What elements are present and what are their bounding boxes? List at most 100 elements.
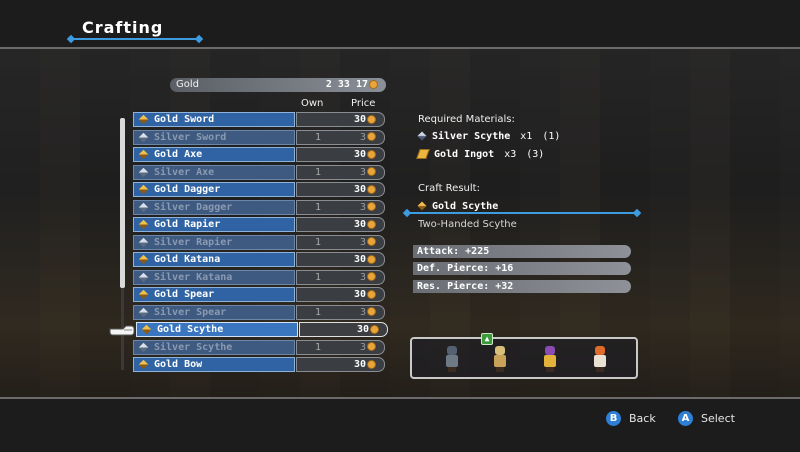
item-name-cell: Silver Rapier [133,234,295,250]
item-name-cell: Silver Scythe [133,339,295,355]
item-name-cell: Gold Dagger [133,182,295,197]
item-name-cell: Silver Katana [133,269,295,285]
craft-item-row[interactable]: Gold Axe 30 [133,147,385,162]
weapon-icon [138,342,149,352]
craft-item-row[interactable]: Silver Katana 1 3 [133,269,385,285]
item-name: Silver Sword [154,131,227,143]
result-divider [407,212,637,214]
coin-icon [367,132,376,141]
item-price: 30 [354,218,376,231]
item-price: 30 [354,113,376,126]
coin-icon [370,324,379,334]
craft-result-item: Gold Scythe [417,201,498,212]
stat-res-pierce: Res. Pierce: +32 [413,280,631,293]
coin-icon [367,219,376,229]
item-name: Silver Scythe [154,341,233,353]
item-name: Silver Spear [154,306,227,318]
item-name: Silver Dagger [154,201,233,213]
coin-icon [367,289,376,299]
craft-item-row[interactable]: Silver Spear 1 3 [133,304,385,320]
bottom-bar: B Back A Select [0,397,800,452]
item-price: 30 [354,148,376,161]
craft-item-row[interactable]: Gold Dagger 30 [133,182,385,197]
gold-amount: 2 33 17 [326,79,378,90]
coin-icon [367,202,376,211]
select-hint[interactable]: A Select [678,411,735,426]
material-row: Silver Scythe x1 (1) [417,131,560,142]
coin-icon [367,307,376,316]
item-stats-cell: 13 [296,129,385,145]
item-price: 3 [360,271,376,284]
weapon-icon [141,324,152,335]
back-label: Back [629,412,656,425]
material-row: Gold Ingot x3 (3) [416,149,544,160]
item-name: Silver Axe [154,166,215,178]
craft-item-row[interactable]: Gold Scythe 30 [136,322,388,337]
item-stats-cell: 13 [296,199,385,215]
scythe-icon [417,131,427,141]
item-stats-cell: 30 [296,217,385,232]
craft-item-row[interactable]: Gold Sword 30 [133,112,385,127]
craft-item-row[interactable]: Gold Rapier 30 [133,217,385,232]
weapon-icon [138,167,149,177]
item-stats-cell: 13 [296,234,385,250]
item-stats-cell: 13 [296,269,385,285]
item-name: Silver Rapier [154,236,233,248]
b-button-icon: B [606,411,621,426]
item-own-count: 1 [315,271,322,283]
item-name: Silver Katana [154,271,233,283]
coin-icon [367,254,376,264]
craft-item-row[interactable]: Silver Sword 1 3 [133,129,385,145]
item-price: 30 [357,323,379,336]
item-own-count: 1 [315,131,322,143]
back-hint[interactable]: B Back [606,411,656,426]
item-price: 3 [360,306,376,319]
column-own-header: Own [301,98,324,109]
craft-item-row[interactable]: Gold Katana 30 [133,252,385,267]
page-title: Crafting [82,18,164,37]
hand-pointer-icon [109,325,135,336]
weapon-icon [138,149,149,160]
scythe-icon [417,201,427,211]
item-price: 3 [360,236,376,249]
item-stats-cell: 30 [296,252,385,267]
item-price: 30 [354,253,376,266]
item-stats-cell: 30 [296,182,385,197]
craft-result-type: Two-Handed Scythe [418,219,517,230]
item-own-count: 1 [315,166,322,178]
craft-item-row[interactable]: Silver Dagger 1 3 [133,199,385,215]
stat-def-pierce: Def. Pierce: +16 [413,262,631,275]
item-name-cell: Silver Dagger [133,199,295,215]
weapon-icon [138,114,149,125]
weapon-icon [138,219,149,230]
item-name-cell: Gold Sword [133,112,295,127]
craft-item-row[interactable]: Gold Spear 30 [133,287,385,302]
item-price: 3 [360,201,376,214]
craft-item-row[interactable]: Silver Axe 1 3 [133,164,385,180]
item-name: Gold Scythe [157,324,224,335]
item-name-cell: Gold Scythe [136,322,298,337]
item-name-cell: Gold Axe [133,147,295,162]
title-underline [70,38,200,40]
a-button-icon: A [678,411,693,426]
weapon-icon [138,272,149,282]
item-name: Gold Rapier [154,219,221,230]
coin-icon [369,79,378,89]
craft-item-row[interactable]: Gold Bow 30 [133,357,385,372]
party-member-sprite [542,344,558,372]
weapon-icon [138,237,149,247]
item-name-cell: Gold Katana [133,252,295,267]
item-stats-cell: 13 [296,339,385,355]
gold-label: Gold [176,79,199,90]
item-name: Gold Spear [154,289,215,300]
craft-item-row[interactable]: Silver Rapier 1 3 [133,234,385,250]
item-name-cell: Gold Spear [133,287,295,302]
coin-icon [367,359,376,369]
coin-icon [367,272,376,281]
craft-item-row[interactable]: Silver Scythe 1 3 [133,339,385,355]
item-own-count: 1 [315,341,322,353]
stat-attack: Attack: +225 [413,245,631,258]
party-member-sprite [492,344,508,372]
materials-heading: Required Materials: [418,114,515,125]
scrollbar-thumb[interactable] [120,118,125,288]
